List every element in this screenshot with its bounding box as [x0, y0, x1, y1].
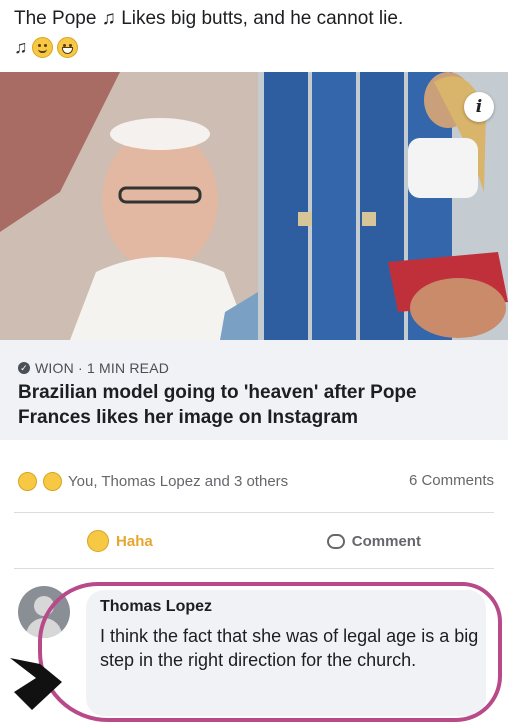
comment-author[interactable]: Thomas Lopez	[100, 598, 212, 616]
reactions-summary-row: You, Thomas Lopez and 3 others 6 Comment…	[18, 472, 494, 491]
comment-bubble-icon	[326, 533, 345, 549]
model-photo: i	[258, 72, 508, 340]
comment-text: I think the fact that she was of legal a…	[100, 626, 479, 670]
haha-face-icon	[87, 530, 110, 552]
globe-icon: ✓	[18, 362, 30, 374]
info-icon[interactable]: i	[464, 92, 494, 122]
comment: Thomas Lopez I think the fact that she w…	[0, 578, 508, 720]
upside-down-face-icon	[31, 36, 53, 58]
grinning-face-icon	[56, 36, 78, 58]
post-image[interactable]: i	[0, 72, 508, 340]
post-caption: The Pope ♫ Likes big butts, and he canno…	[14, 6, 494, 60]
music-notes-icon: ♫	[14, 37, 28, 57]
reactions-divider	[14, 512, 494, 513]
haha-label: Haha	[116, 532, 153, 550]
reactions-left[interactable]: You, Thomas Lopez and 3 others	[18, 472, 288, 491]
avatar-body	[26, 618, 62, 638]
actions-divider	[14, 568, 494, 569]
caption-emoji-row: ♫	[14, 34, 494, 60]
caption-text: The Pope ♫ Likes big butts, and he canno…	[14, 8, 404, 29]
comments-count[interactable]: 6 Comments	[409, 472, 494, 491]
comment-label: Comment	[351, 532, 421, 550]
comment-button[interactable]: Comment	[326, 530, 421, 552]
wow-reaction-icon	[43, 472, 62, 491]
post-actions: Haha Comment	[0, 530, 508, 552]
haha-reaction-icon	[18, 472, 37, 491]
avatar[interactable]	[18, 586, 70, 638]
avatar-head	[34, 596, 54, 616]
pope-photo	[0, 72, 258, 340]
pope-figure-illustration	[0, 72, 258, 340]
annotation-arrow-icon	[10, 658, 62, 710]
reactions-summary-text: You, Thomas Lopez and 3 others	[68, 473, 289, 490]
link-source: ✓ WION · 1 MIN READ	[18, 360, 169, 376]
link-headline[interactable]: Brazilian model going to 'heaven' after …	[18, 380, 488, 430]
source-label: WION · 1 MIN READ	[35, 360, 170, 376]
haha-button[interactable]: Haha	[87, 530, 153, 552]
